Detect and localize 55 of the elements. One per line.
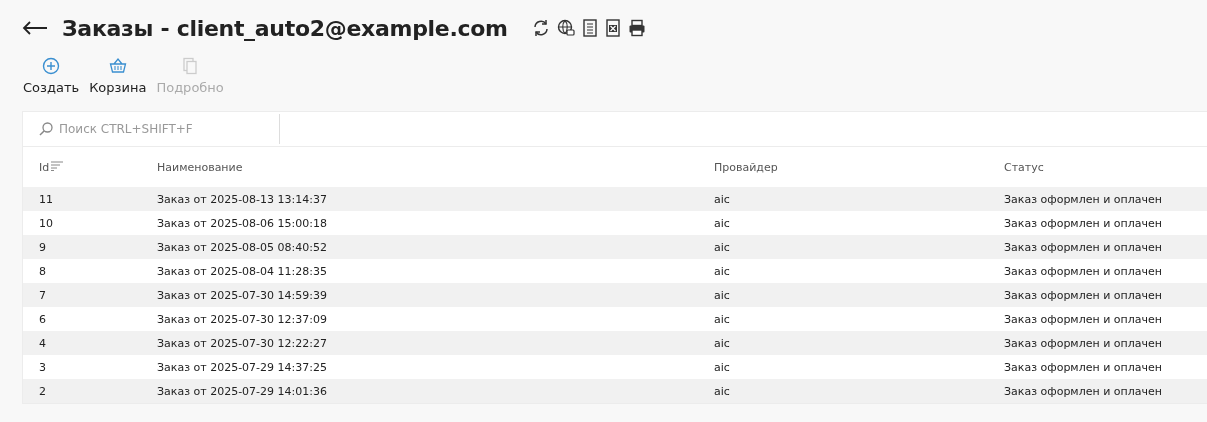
table-cell: Заказ оформлен и оплачен [1004,379,1207,403]
table-cell: 11 [23,187,157,211]
table-cell: Заказ от 2025-08-06 15:00:18 [157,211,714,235]
table-cell: aic [714,259,1004,283]
table-cell: 7 [23,283,157,307]
plus-circle-icon [42,57,61,75]
documents-icon [181,57,200,75]
table-cell: aic [714,283,1004,307]
table-cell: 10 [23,211,157,235]
table-cell: 4 [23,331,157,355]
basket-icon [108,57,127,75]
column-header[interactable]: Наименование [157,147,714,187]
table-cell: 3 [23,355,157,379]
column-header[interactable]: Провайдер [714,147,1004,187]
column-header[interactable]: Статус [1004,147,1207,187]
search-icon [39,122,53,136]
table-cell: Заказ от 2025-07-29 14:37:25 [157,355,714,379]
document-list-icon[interactable] [581,19,598,37]
basket-button[interactable]: Корзина [86,57,150,95]
table-cell: aic [714,187,1004,211]
search-field[interactable]: Поиск CTRL+SHIFT+F [59,120,264,138]
table-cell: aic [714,235,1004,259]
refresh-icon[interactable] [531,19,550,37]
table-cell: aic [714,211,1004,235]
table-cell: Заказ оформлен и оплачен [1004,211,1207,235]
table-cell: Заказ оформлен и оплачен [1004,187,1207,211]
table-cell: Заказ оформлен и оплачен [1004,235,1207,259]
table-cell: Заказ от 2025-07-30 12:37:09 [157,307,714,331]
table-cell: Заказ от 2025-08-04 11:28:35 [157,259,714,283]
printer-icon[interactable] [627,19,646,37]
page-title: Заказы - client_auto2@example.com [62,15,508,41]
table-cell: Заказ от 2025-07-30 14:59:39 [157,283,714,307]
table-cell: 9 [23,235,157,259]
create-button[interactable]: Создать [20,57,83,95]
sort-icon [51,160,64,171]
table-cell: Заказ оформлен и оплачен [1004,307,1207,331]
back-arrow-icon[interactable] [22,21,48,35]
table-cell: aic [714,379,1004,403]
table-cell: Заказ от 2025-08-13 13:14:37 [157,187,714,211]
spreadsheet-icon[interactable] [604,19,621,37]
table-cell: Заказ оформлен и оплачен [1004,355,1207,379]
table-cell: Заказ оформлен и оплачен [1004,283,1207,307]
table-cell: Заказ от 2025-08-05 08:40:52 [157,235,714,259]
table-cell: Заказ от 2025-07-29 14:01:36 [157,379,714,403]
table-cell: Заказ оформлен и оплачен [1004,331,1207,355]
table-cell: aic [714,331,1004,355]
column-header[interactable]: Id [23,147,157,187]
table-cell: Заказ оформлен и оплачен [1004,259,1207,283]
table-cell: aic [714,355,1004,379]
globe-icon[interactable] [556,19,575,37]
table-cell: 8 [23,259,157,283]
table-cell: 6 [23,307,157,331]
table-cell: aic [714,307,1004,331]
table-cell: Заказ от 2025-07-30 12:22:27 [157,331,714,355]
table-cell: 2 [23,379,157,403]
